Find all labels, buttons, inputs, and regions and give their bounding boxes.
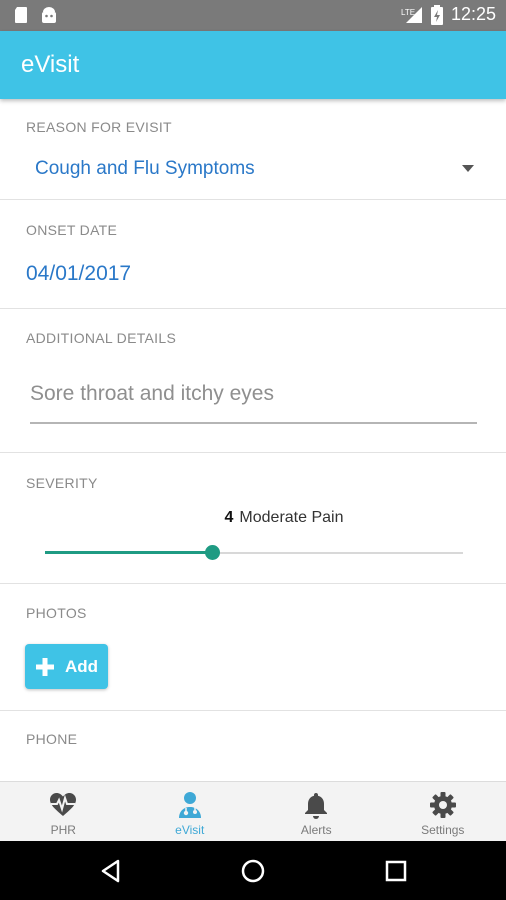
- page-title: eVisit: [21, 51, 80, 78]
- reason-section: REASON FOR EVISIT Cough and Flu Symptoms: [0, 99, 506, 200]
- severity-slider[interactable]: [45, 545, 463, 560]
- app-bar: eVisit: [0, 31, 506, 99]
- nav-phr[interactable]: PHR: [0, 782, 127, 842]
- plus-icon: [35, 657, 54, 676]
- dropdown-arrow-icon[interactable]: [462, 165, 474, 172]
- slider-fill: [45, 551, 213, 554]
- nav-alerts[interactable]: Alerts: [253, 782, 380, 842]
- android-icon: [42, 7, 56, 23]
- slider-thumb[interactable]: [205, 545, 221, 560]
- nav-label-evisit: eVisit: [175, 823, 205, 837]
- details-label: ADDITIONAL DETAILS: [26, 330, 177, 346]
- nav-label-phr: PHR: [50, 823, 76, 837]
- nav-evisit[interactable]: eVisit: [127, 782, 254, 842]
- network-label: LTE: [401, 8, 415, 17]
- nav-label-alerts: Alerts: [300, 823, 332, 837]
- battery-charging-icon: [430, 4, 443, 25]
- phone-section: PHONE: [0, 711, 506, 781]
- status-bar: LTE 12:25: [0, 0, 506, 31]
- onset-label: ONSET DATE: [26, 222, 118, 238]
- severity-value: 4: [224, 509, 234, 526]
- nav-settings[interactable]: Settings: [380, 782, 506, 842]
- nav-label-settings: Settings: [421, 823, 465, 837]
- bottom-nav: PHR eVisit Alerts Settings: [0, 781, 506, 842]
- home-icon[interactable]: [240, 858, 266, 884]
- phone-label: PHONE: [26, 731, 78, 747]
- severity-section: SEVERITY 4 Moderate Pain: [0, 453, 506, 584]
- details-section: ADDITIONAL DETAILS: [0, 309, 506, 453]
- onset-date-picker[interactable]: 04/01/2017: [26, 262, 131, 286]
- clock: 12:25: [450, 4, 496, 24]
- photos-section: PHOTOS Add: [0, 584, 506, 711]
- heart-pulse-icon: [50, 793, 77, 816]
- sd-card-icon: [15, 7, 27, 23]
- reason-label: REASON FOR EVISIT: [26, 119, 172, 135]
- details-input[interactable]: [30, 366, 477, 424]
- doctor-icon: [178, 792, 201, 818]
- bell-icon: [305, 793, 328, 819]
- severity-readout: 4 Moderate Pain: [0, 509, 506, 527]
- signal-icon: LTE: [401, 6, 422, 23]
- add-photo-button[interactable]: Add: [25, 644, 108, 689]
- recents-icon[interactable]: [383, 858, 409, 884]
- gear-icon: [429, 792, 456, 818]
- severity-description: Moderate Pain: [239, 509, 344, 526]
- system-nav-bar: [0, 841, 506, 900]
- reason-select[interactable]: Cough and Flu Symptoms: [35, 158, 255, 180]
- photos-label: PHOTOS: [26, 605, 87, 621]
- back-icon[interactable]: [98, 858, 124, 884]
- add-photo-label: Add: [64, 656, 99, 676]
- onset-section: ONSET DATE 04/01/2017: [0, 200, 506, 309]
- severity-label: SEVERITY: [26, 475, 98, 491]
